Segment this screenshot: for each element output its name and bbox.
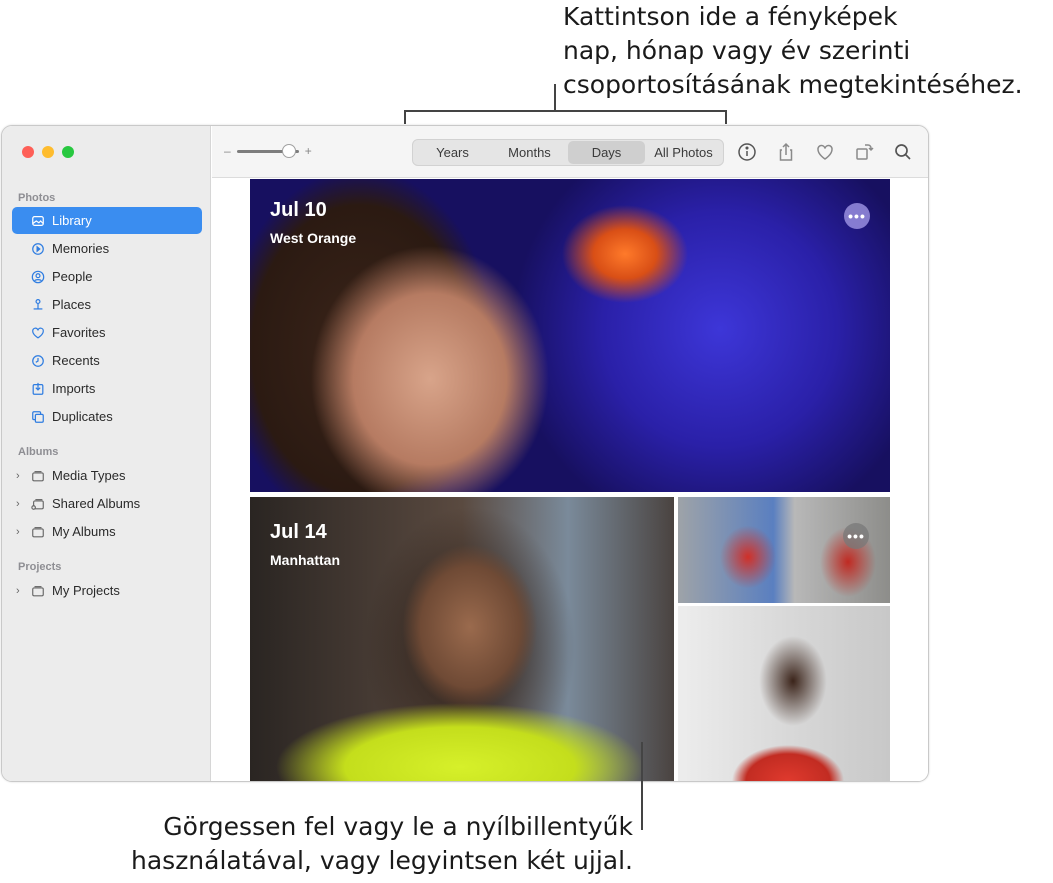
sidebar-item-favorites[interactable]: Favorites (12, 319, 202, 346)
segment-days[interactable]: Days (568, 141, 645, 164)
heart-icon[interactable] (814, 141, 836, 163)
sidebar: Photos Library Memories People Places Fa… (2, 126, 211, 781)
zoom-track[interactable] (236, 143, 299, 158)
sidebar-item-recents[interactable]: Recents (12, 347, 202, 374)
sidebar-item-label: People (52, 269, 93, 284)
segment-years[interactable]: Years (414, 141, 491, 164)
window-controls (22, 146, 74, 158)
callout-top: Kattintson ide a fényképek nap, hónap va… (563, 0, 1053, 102)
chevron-right-icon[interactable]: › (16, 585, 28, 597)
card-place: Manhattan (270, 552, 340, 568)
people-icon (30, 269, 46, 285)
sidebar-item-label: My Albums (52, 524, 116, 539)
callout-top-line: nap, hónap vagy év szerinti (563, 36, 911, 65)
callout-bottom: Görgessen fel vagy le a nyílbillentyűk h… (131, 810, 633, 878)
card-date: Jul 14 (270, 521, 327, 543)
day-card-photo[interactable]: Jul 14 Manhattan (250, 497, 674, 781)
rotate-icon[interactable] (853, 141, 875, 163)
chevron-right-icon[interactable]: › (16, 526, 28, 538)
zoom-out-label: – (224, 144, 231, 158)
callout-bottom-line-text: Görgessen fel vagy le a nyílbillentyűk (163, 812, 633, 841)
card-place: West Orange (270, 230, 357, 246)
chevron-right-icon[interactable]: › (16, 498, 28, 510)
places-icon (30, 297, 46, 313)
library-icon (30, 213, 46, 229)
info-icon[interactable] (736, 141, 758, 163)
import-icon (30, 381, 46, 397)
callout-top-line: csoportosításának megtekintéséhez. (563, 70, 1023, 99)
memories-icon (30, 241, 46, 257)
sidebar-item-label: Imports (52, 381, 96, 396)
sidebar-item-label: Favorites (52, 325, 106, 340)
zoom-in-label: + (304, 144, 312, 158)
minimize-window-button[interactable] (42, 146, 54, 158)
sidebar-item-people[interactable]: People (12, 263, 202, 290)
callout-top-line: Kattintson ide a fényképek (563, 2, 898, 31)
callout-bottom-line (641, 742, 643, 830)
folder-icon (30, 524, 46, 540)
sidebar-item-label: Recents (52, 353, 100, 368)
shared-folder-icon (30, 496, 46, 512)
segment-all-photos[interactable]: All Photos (645, 141, 722, 164)
toolbar: – + Years Months Days All Photos (212, 126, 928, 178)
clock-icon (30, 353, 46, 369)
section-label-projects: Projects (18, 561, 62, 573)
photo-grid[interactable]: Jul 10 West Orange ••• Jul 14 Manhattan … (212, 179, 928, 781)
sidebar-item-my-albums[interactable]: › My Albums (12, 518, 202, 545)
sidebar-item-label: Duplicates (52, 409, 113, 424)
sidebar-item-duplicates[interactable]: Duplicates (12, 403, 202, 430)
card-date: Jul 10 (270, 199, 327, 221)
sidebar-item-my-projects[interactable]: › My Projects (12, 577, 202, 604)
sidebar-item-places[interactable]: Places (12, 291, 202, 318)
view-segmented-control: Years Months Days All Photos (412, 139, 724, 166)
callout-top-stem (554, 84, 556, 111)
sidebar-item-memories[interactable]: Memories (12, 235, 202, 262)
chevron-right-icon[interactable]: › (16, 470, 28, 482)
folder-icon (30, 468, 46, 484)
more-options-button[interactable]: ••• (844, 203, 870, 229)
folder-icon (30, 583, 46, 599)
sidebar-item-label: Media Types (52, 468, 126, 483)
segment-months[interactable]: Months (491, 141, 568, 164)
sidebar-item-label: My Projects (52, 583, 120, 598)
sidebar-item-media-types[interactable]: › Media Types (12, 462, 202, 489)
toolbar-actions (736, 141, 914, 163)
heart-icon (30, 325, 46, 341)
sidebar-item-label: Shared Albums (52, 496, 141, 511)
day-card-photo[interactable]: ••• (678, 497, 890, 603)
section-label-albums: Albums (18, 446, 59, 458)
zoom-knob[interactable] (282, 143, 297, 158)
sidebar-item-shared-albums[interactable]: › Shared Albums (12, 490, 202, 517)
zoom-slider[interactable]: – + (224, 143, 312, 158)
share-icon[interactable] (775, 141, 797, 163)
sidebar-item-imports[interactable]: Imports (12, 375, 202, 402)
callout-top-bracket (404, 110, 727, 124)
day-card-photo[interactable] (678, 606, 890, 781)
duplicates-icon (30, 409, 46, 425)
callout-bottom-line-text: használatával, vagy legyintsen két ujjal… (131, 846, 633, 875)
sidebar-item-label: Places (52, 297, 92, 312)
close-window-button[interactable] (22, 146, 34, 158)
day-card-photo[interactable]: Jul 10 West Orange ••• (250, 179, 890, 492)
more-options-button[interactable]: ••• (843, 523, 869, 549)
sidebar-item-label: Library (52, 213, 92, 228)
sidebar-item-library[interactable]: Library (12, 207, 202, 234)
search-icon[interactable] (892, 141, 914, 163)
zoom-window-button[interactable] (62, 146, 74, 158)
photos-window: Photos Library Memories People Places Fa… (1, 125, 929, 782)
section-label-photos: Photos (18, 192, 56, 204)
sidebar-item-label: Memories (52, 241, 110, 256)
